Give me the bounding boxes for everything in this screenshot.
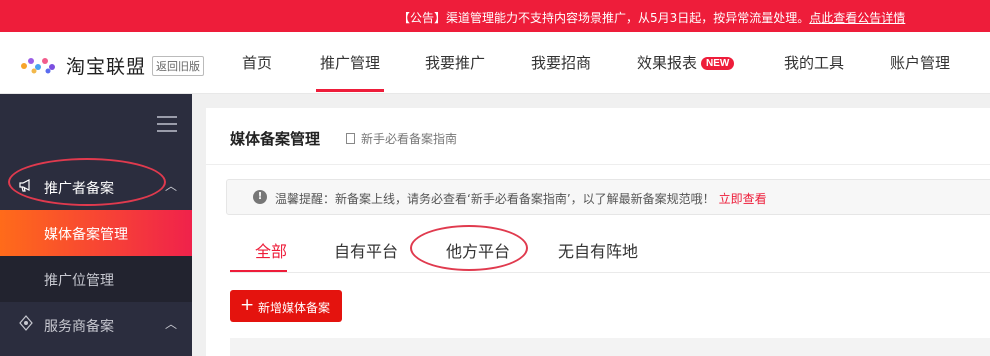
main-panel: 媒体备案管理 新手必看备案指南 ! 温馨提醒：新备案上线，请务必查看‘新手必看备… [206,108,990,356]
brand-logo[interactable]: 淘宝联盟 返回旧版 [18,52,205,79]
notice-bar: 【公告】渠道管理能力不支持内容场景推广，从5月3日起，按异常流量处理。点此查看公… [0,0,990,32]
nav-tools[interactable]: 我的工具 [784,52,844,73]
sidebar-group-service[interactable]: 服务商备案 ︿ [0,302,192,348]
tab-no-own-position[interactable]: 无自有阵地 [558,238,638,262]
sidebar-item-adzone[interactable]: 推广位管理 [0,256,192,302]
notice-link[interactable]: 点此查看公告详情 [809,11,905,25]
guide-label: 新手必看备案指南 [361,132,458,146]
notice-text: 【公告】渠道管理能力不支持内容场景推广，从5月3日起，按异常流量处理。 [398,11,810,25]
sidebar-item-label: 媒体备案管理 [44,227,128,243]
sidebar: 推广者备案 ︿ 媒体备案管理 推广位管理 服务商备案 ︿ [0,94,192,356]
divider [206,164,990,165]
top-header: 淘宝联盟 返回旧版 首页 推广管理 我要推广 我要招商 效果报表 NEW 我的工具… [0,32,990,94]
menu-toggle-icon[interactable] [157,116,177,137]
warning-icon: ! [253,190,267,204]
alert-text: 温馨提醒：新备案上线，请务必查看‘新手必看备案指南’，以了解最新备案规范哦！ [275,192,715,206]
nav-reports[interactable]: 效果报表 NEW [637,52,735,73]
sidebar-group-promoter-label: 推广者备案 [44,181,114,197]
nav-promote[interactable]: 我要推广 [425,52,485,73]
brand-name: 淘宝联盟 [66,56,147,78]
megaphone-icon [19,179,30,192]
tab-own-platform[interactable]: 自有平台 [334,238,398,262]
nav-promotion-manage[interactable]: 推广管理 [315,52,385,92]
nav-account[interactable]: 账户管理 [890,52,950,73]
sidebar-item-media-record[interactable]: 媒体备案管理 [0,210,192,256]
new-badge: NEW [701,57,735,70]
table-header [230,338,990,356]
sidebar-item-label: 推广位管理 [44,273,114,289]
notice-text-wrap: 【公告】渠道管理能力不支持内容场景推广，从5月3日起，按异常流量处理。点此查看公… [398,9,905,26]
document-icon [346,133,355,144]
chevron-up-icon: ︿ [165,179,178,193]
page-title: 媒体备案管理 [230,130,321,148]
tab-third-party-platform[interactable]: 他方平台 [446,238,510,262]
plus-icon: + [240,295,255,315]
sidebar-group-service-label: 服务商备案 [44,319,114,335]
add-button-label: 新增媒体备案 [258,301,331,315]
notice-alert: ! 温馨提醒：新备案上线，请务必查看‘新手必看备案指南’，以了解最新备案规范哦！… [226,179,990,215]
tabs-divider [230,272,990,273]
nav-recruit[interactable]: 我要招商 [531,52,591,73]
old-version-button[interactable]: 返回旧版 [152,55,205,76]
nav-reports-label: 效果报表 [637,54,698,72]
guide-link[interactable]: 新手必看备案指南 [346,130,457,147]
alert-link[interactable]: 立即查看 [719,192,767,206]
alert-message: 温馨提醒：新备案上线，请务必查看‘新手必看备案指南’，以了解最新备案规范哦！ 立即… [275,190,767,207]
sidebar-group-promoter[interactable]: 推广者备案 ︿ [0,164,192,210]
service-icon [19,315,33,331]
nav-home[interactable]: 首页 [242,52,272,73]
tab-all[interactable]: 全部 [255,238,287,262]
logo-icon [21,57,55,73]
chevron-up-icon: ︿ [165,317,178,331]
add-media-record-button[interactable]: + 新增媒体备案 [230,290,342,322]
